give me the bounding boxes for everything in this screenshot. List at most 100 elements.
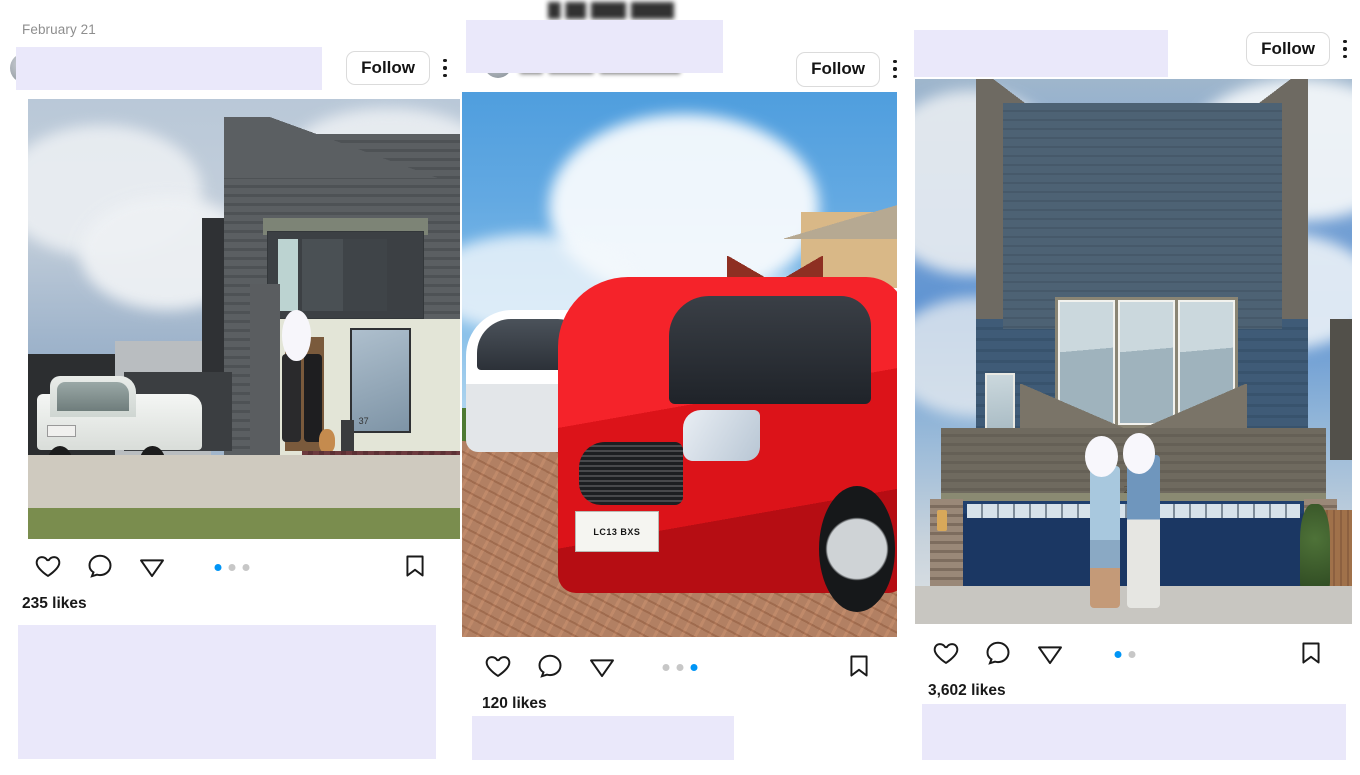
follow-button[interactable]: Follow — [346, 50, 430, 86]
bookmark-icon[interactable] — [1298, 639, 1326, 669]
caption-redaction-overlay-2 — [472, 716, 734, 760]
comment-icon[interactable] — [86, 552, 116, 582]
window — [810, 288, 854, 343]
window — [1057, 300, 1115, 425]
cloud — [462, 233, 636, 332]
house-number: 240 — [1123, 483, 1144, 496]
block-paved-driveway — [462, 440, 897, 637]
white-audi: BL70 — [466, 310, 650, 452]
street-lamp-arm — [592, 288, 619, 295]
porch-roof — [1019, 384, 1248, 483]
driveway — [28, 459, 246, 513]
gable — [976, 79, 1309, 329]
person-right — [1126, 455, 1160, 608]
roof — [535, 337, 650, 392]
heart-icon[interactable] — [932, 639, 962, 669]
cloud — [1185, 79, 1352, 221]
post-date-label: February 21 — [22, 22, 96, 37]
garage-door — [123, 371, 233, 451]
kebab-menu-icon[interactable] — [880, 52, 910, 86]
person-left — [1089, 465, 1121, 608]
porch-light-right — [1319, 509, 1331, 532]
share-icon[interactable] — [1036, 639, 1066, 669]
cloud — [915, 89, 1073, 276]
person-left — [282, 354, 301, 443]
house-cream — [801, 211, 897, 430]
follow-button[interactable]: Follow — [796, 52, 880, 87]
window — [1118, 300, 1176, 425]
porch-column — [249, 283, 281, 478]
carousel-dot[interactable] — [690, 663, 698, 671]
bare-tree — [570, 331, 632, 419]
neighbour-grey-house — [115, 341, 211, 473]
bookmark-icon[interactable] — [402, 552, 430, 582]
shrub — [1299, 504, 1331, 592]
driveway — [915, 585, 1352, 624]
porch-wall — [275, 319, 463, 478]
garden-bed — [302, 451, 463, 491]
share-icon[interactable] — [588, 652, 618, 682]
carousel-dot[interactable] — [1128, 650, 1136, 658]
post-card-3: Follow 240 3,602 likes — [910, 0, 1360, 775]
post-header-2: Follow — [460, 2, 910, 92]
carousel-dot[interactable] — [228, 563, 236, 571]
window — [1178, 300, 1236, 425]
share-icon[interactable] — [138, 552, 168, 582]
post-collage: February 21 Follow 37 235 likes Follow B… — [0, 0, 1360, 775]
post-actions-3 — [910, 634, 1360, 674]
follow-button[interactable]: Follow — [1246, 31, 1330, 67]
post-image-2[interactable]: BL70 LC13 BXS — [462, 92, 897, 637]
window-lintel — [262, 217, 429, 236]
bookmark-icon[interactable] — [846, 652, 874, 682]
sky — [28, 99, 463, 539]
post-image-3[interactable]: 240 — [915, 79, 1352, 624]
cloud — [289, 107, 463, 205]
porch-light-left — [936, 509, 948, 532]
roof-line — [223, 116, 463, 179]
front-path — [28, 455, 463, 509]
window — [862, 288, 897, 343]
post-card-1: February 21 Follow 37 235 likes — [0, 0, 463, 775]
garage-door-windows — [967, 503, 1300, 518]
post-author-2[interactable] — [460, 2, 796, 92]
comment-icon[interactable] — [984, 639, 1014, 669]
caption-redaction-overlay-1 — [18, 625, 436, 759]
lower-window — [349, 327, 411, 434]
red-car-plate: LC13 BXS — [575, 511, 659, 553]
carousel-dot[interactable] — [662, 663, 670, 671]
roof — [783, 184, 897, 240]
roof — [501, 337, 615, 392]
post-image-1[interactable]: 37 — [28, 99, 463, 539]
carousel-indicator-2 — [662, 663, 698, 671]
cloud — [80, 195, 255, 311]
heart-icon[interactable] — [484, 652, 514, 682]
post-actions-1 — [0, 547, 460, 587]
house-far — [514, 375, 602, 452]
upper-window-group — [1054, 297, 1239, 428]
carousel-dot[interactable] — [676, 663, 684, 671]
heart-icon[interactable] — [34, 552, 64, 582]
roof — [657, 315, 763, 370]
cloud — [1168, 231, 1352, 352]
username-redaction-overlay — [466, 20, 723, 73]
caption-redaction-overlay-3 — [922, 704, 1346, 760]
kebab-menu-icon[interactable] — [430, 51, 460, 85]
roof — [622, 315, 728, 370]
carousel-dot[interactable] — [242, 563, 250, 571]
kebab-menu-icon[interactable] — [1330, 32, 1360, 66]
carousel-dot[interactable] — [1114, 650, 1122, 658]
comment-icon[interactable] — [536, 652, 566, 682]
side-window — [984, 373, 1016, 450]
post-author-1[interactable] — [0, 45, 346, 91]
street-lamp — [603, 293, 608, 414]
garage-gable-shingles — [941, 427, 1326, 505]
cloud — [915, 297, 1064, 417]
carousel-indicator-3 — [1114, 650, 1136, 658]
post-author-3[interactable] — [910, 26, 1246, 77]
letterbox — [341, 420, 355, 473]
vehicle-plate — [46, 424, 77, 438]
sky — [915, 79, 1352, 624]
carousel-dot[interactable] — [214, 563, 222, 571]
lawn — [28, 508, 463, 539]
house-upper-cladding — [223, 134, 463, 539]
